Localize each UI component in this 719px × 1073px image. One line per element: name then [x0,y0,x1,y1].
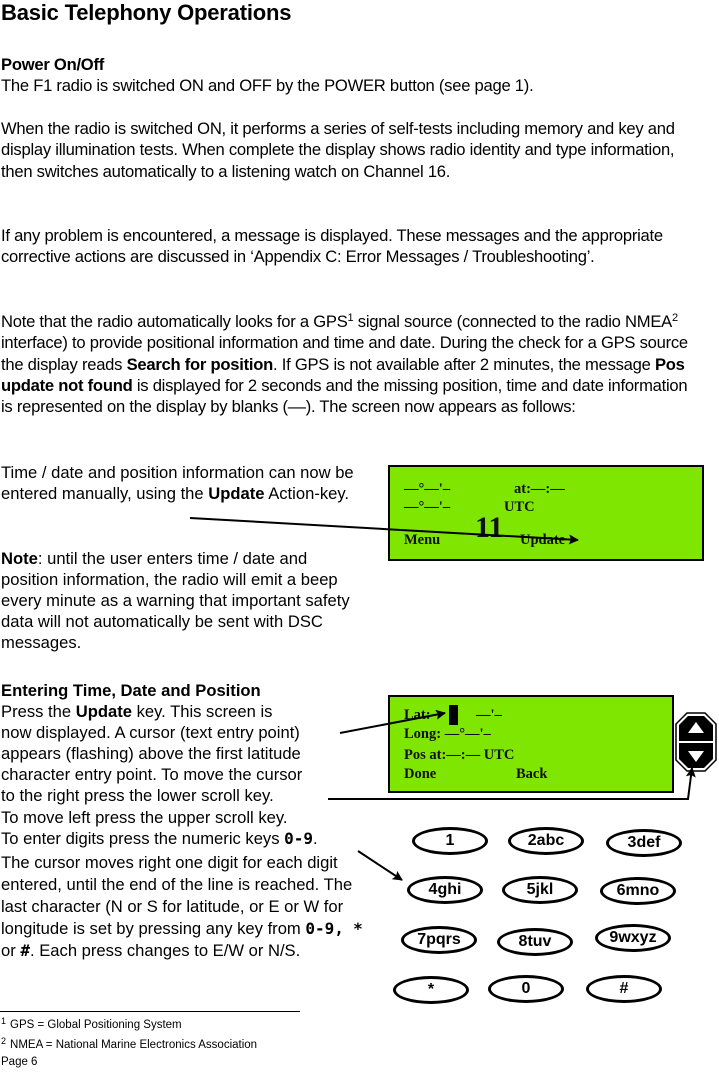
footnote-divider [0,1011,300,1012]
note-paragraph: Note: until the user enters time / date … [1,549,350,653]
lcd-update-softkey[interactable]: Update [520,532,565,549]
key-3[interactable]: 3def [606,829,682,857]
lcd-long-line: Long: —°—'– [404,726,491,742]
key-star[interactable]: * [393,976,469,1004]
key-2[interactable]: 2abc [508,827,584,855]
footnote-ref-1: 1 [347,312,354,324]
key-4[interactable]: 4ghi [407,876,483,904]
key-1[interactable]: 1 [412,827,488,855]
lcd-utc: UTC [504,499,535,515]
section-power: Power On/Off The F1 radio is switched ON… [1,54,534,97]
gps-paragraph: Note that the radio automatically looks … [1,312,688,417]
lcd-menu-softkey[interactable]: Menu [404,532,440,549]
lcd-time: at:—:— [514,481,565,497]
manual-entry-paragraph: Time / date and position information can… [1,463,354,504]
key-hash[interactable]: # [586,975,662,1003]
footnote-ref-2: 2 [671,312,678,324]
page-number: Page 6 [1,1056,38,1068]
cursor-paragraph: The cursor moves right one digit for eac… [1,853,363,960]
lcd-channel-number: 11 [475,511,504,544]
key-9[interactable]: 9wxyz [595,924,671,952]
power-paragraph-3: If any problem is encountered, a message… [1,226,663,267]
lcd-back-softkey[interactable]: Back [516,766,547,783]
entering-heading: Entering Time, Date and Position [1,681,261,700]
lcd-done-softkey[interactable]: Done [404,766,436,783]
lcd-lat-value: —'– [476,707,502,723]
lcd-latitude: —°—'– [404,481,451,497]
lcd-screen-position-entry: Lat: —'– Long: —°—'– Pos at:—:— UTC Done… [388,695,674,793]
page-title: Basic Telephony Operations [1,0,292,25]
lcd-longitude: —°—'– [404,499,451,515]
section-entering: Entering Time, Date and Position Press t… [1,680,381,849]
key-7[interactable]: 7pqrs [401,926,477,954]
lcd-pos-time-line: Pos at:—:— UTC [404,747,515,763]
power-heading: Power On/Off [1,55,105,74]
power-paragraph-2: When the radio is switched ON, it perfor… [1,119,675,181]
scroll-key-icon[interactable] [675,712,717,772]
lcd-lat-label: Lat: [404,707,431,723]
footnote-1: 1 GPS = Global Positioning System [1,1016,182,1031]
lcd-screen-standby: —°—'– at:—:— —°—'– UTC Menu 11 Update [388,465,704,561]
power-paragraph-1: The F1 radio is switched ON and OFF by t… [1,76,534,96]
key-0[interactable]: 0 [488,975,564,1003]
key-5[interactable]: 5jkl [502,876,578,904]
key-8[interactable]: 8tuv [497,928,573,956]
text-cursor [449,705,458,725]
key-6[interactable]: 6mno [600,877,676,905]
footnote-2: 2 NMEA = National Marine Electronics Asso… [1,1036,258,1051]
